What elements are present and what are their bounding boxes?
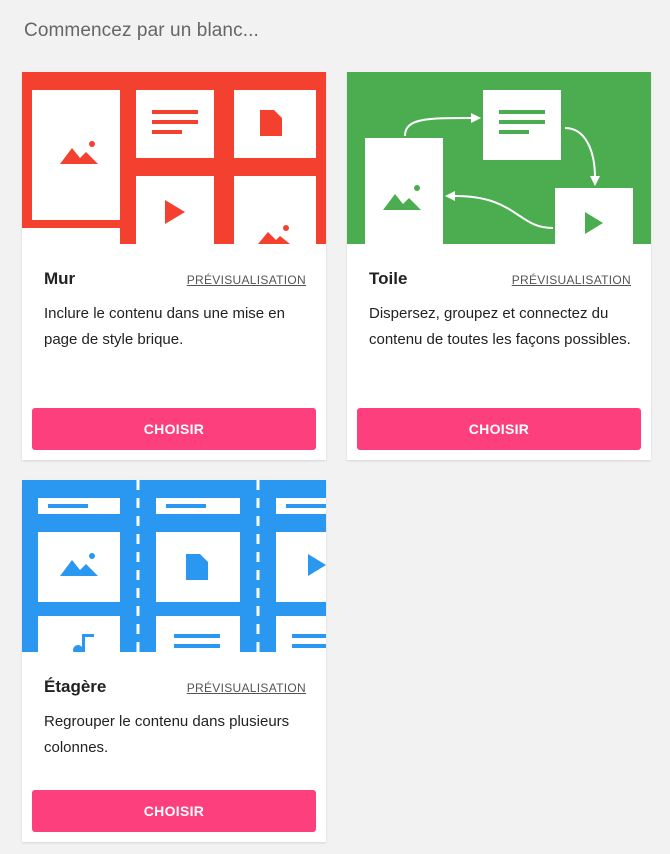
choose-wall-button[interactable]: CHOISIR bbox=[32, 408, 316, 450]
wall-preview-illustration bbox=[22, 72, 326, 244]
card-title: Toile bbox=[369, 269, 408, 288]
card-description: Dispersez, groupez et connectez du conte… bbox=[369, 305, 631, 348]
preview-link[interactable]: PRÉVISUALISATION bbox=[187, 273, 306, 287]
wall-layout-card[interactable]: Mur PRÉVISUALISATION Inclure le contenu … bbox=[22, 72, 326, 460]
card-description: Regrouper le contenu dans plusieurs colo… bbox=[44, 713, 290, 756]
choose-canvas-button[interactable]: CHOISIR bbox=[357, 408, 641, 450]
shelf-layout-card[interactable]: Étagère PRÉVISUALISATION Regrouper le co… bbox=[22, 480, 326, 842]
canvas-preview-illustration bbox=[347, 72, 651, 244]
card-description: Inclure le contenu dans une mise en page… bbox=[44, 305, 285, 348]
choose-shelf-button[interactable]: CHOISIR bbox=[32, 790, 316, 832]
card-title: Étagère bbox=[44, 677, 107, 696]
page-heading: Commencez par un blanc... bbox=[24, 20, 259, 41]
shelf-preview-illustration bbox=[22, 480, 326, 652]
card-title: Mur bbox=[44, 269, 76, 288]
preview-link[interactable]: PRÉVISUALISATION bbox=[512, 273, 631, 287]
preview-link[interactable]: PRÉVISUALISATION bbox=[187, 681, 306, 695]
canvas-layout-card[interactable]: Toile PRÉVISUALISATION Dispersez, groupe… bbox=[347, 72, 651, 460]
